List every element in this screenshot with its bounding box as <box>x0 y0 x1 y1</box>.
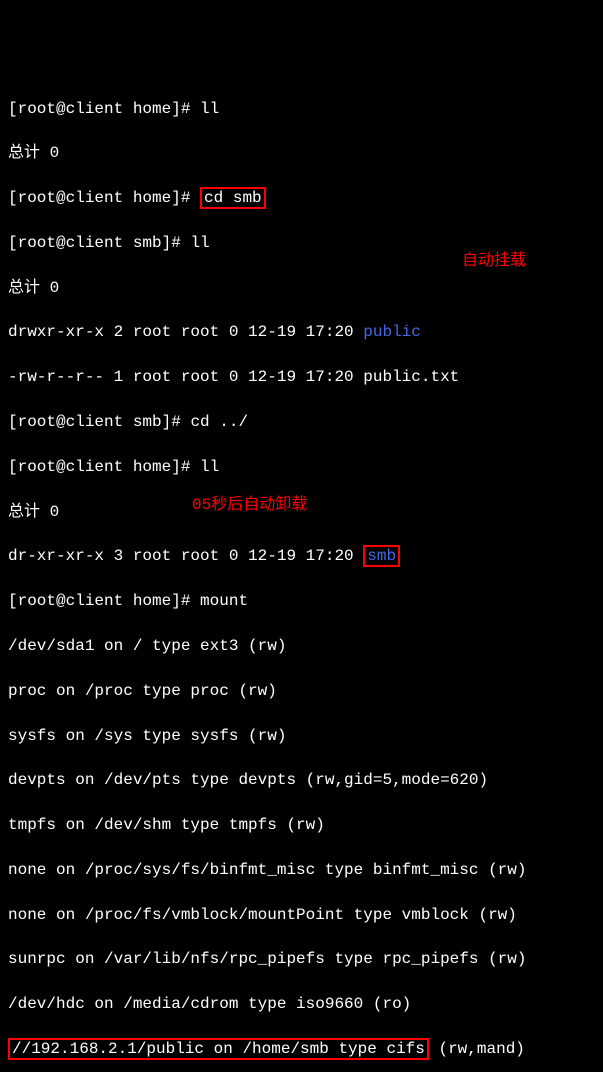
terminal-output: proc on /proc type proc (rw) <box>8 680 595 702</box>
mount-opts: (rw,mand) <box>429 1040 525 1058</box>
highlighted-mount: //192.168.2.1/public on /home/smb type c… <box>8 1038 429 1060</box>
terminal-output: dr-xr-xr-x 3 root root 0 12-19 17:20 smb <box>8 545 595 567</box>
command: cd ../ <box>190 413 248 431</box>
terminal-output: /dev/hdc on /media/cdrom type iso9660 (r… <box>8 993 595 1015</box>
terminal-line: [root@client home]# mount <box>8 590 595 612</box>
prompt: [root@client home]# <box>8 100 200 118</box>
terminal-output: sunrpc on /var/lib/nfs/rpc_pipefs type r… <box>8 948 595 970</box>
terminal-output: 总计 0 <box>8 277 595 299</box>
terminal-output: /dev/sda1 on / type ext3 (rw) <box>8 635 595 657</box>
terminal-output: none on /proc/sys/fs/binfmt_misc type bi… <box>8 859 595 881</box>
terminal-line: [root@client smb]# cd ../ <box>8 411 595 433</box>
terminal-output: sysfs on /sys type sysfs (rw) <box>8 725 595 747</box>
terminal-output: 总计 0 <box>8 142 595 164</box>
annotation-auto-mount: 自动挂载 <box>462 250 526 272</box>
terminal-output: //192.168.2.1/public on /home/smb type c… <box>8 1038 595 1060</box>
prompt: [root@client smb]# <box>8 234 190 252</box>
terminal-output: tmpfs on /dev/shm type tmpfs (rw) <box>8 814 595 836</box>
command: ll <box>200 100 219 118</box>
terminal-output: devpts on /dev/pts type devpts (rw,gid=5… <box>8 769 595 791</box>
prompt: [root@client smb]# <box>8 413 190 431</box>
prompt: [root@client home]# <box>8 458 200 476</box>
file-perms: dr-xr-xr-x 3 root root 0 12-19 17:20 <box>8 547 363 565</box>
command: ll <box>200 458 219 476</box>
prompt: [root@client home]# <box>8 592 200 610</box>
directory-name: smb <box>367 547 396 565</box>
terminal-output: drwxr-xr-x 2 root root 0 12-19 17:20 pub… <box>8 321 595 343</box>
highlighted-dir: smb <box>363 545 400 567</box>
annotation-auto-unmount: 05秒后自动卸载 <box>192 494 307 516</box>
directory-name: public <box>363 323 421 341</box>
command: mount <box>200 592 248 610</box>
prompt: [root@client home]# <box>8 189 200 207</box>
terminal-line: [root@client home]# ll <box>8 456 595 478</box>
command: ll <box>190 234 209 252</box>
terminal-output: none on /proc/fs/vmblock/mountPoint type… <box>8 904 595 926</box>
terminal-line: [root@client home]# cd smb <box>8 187 595 209</box>
terminal-line: [root@client home]# ll <box>8 98 595 120</box>
file-perms: drwxr-xr-x 2 root root 0 12-19 17:20 <box>8 323 363 341</box>
highlighted-command: cd smb <box>200 187 266 209</box>
terminal-output: -rw-r--r-- 1 root root 0 12-19 17:20 pub… <box>8 366 595 388</box>
